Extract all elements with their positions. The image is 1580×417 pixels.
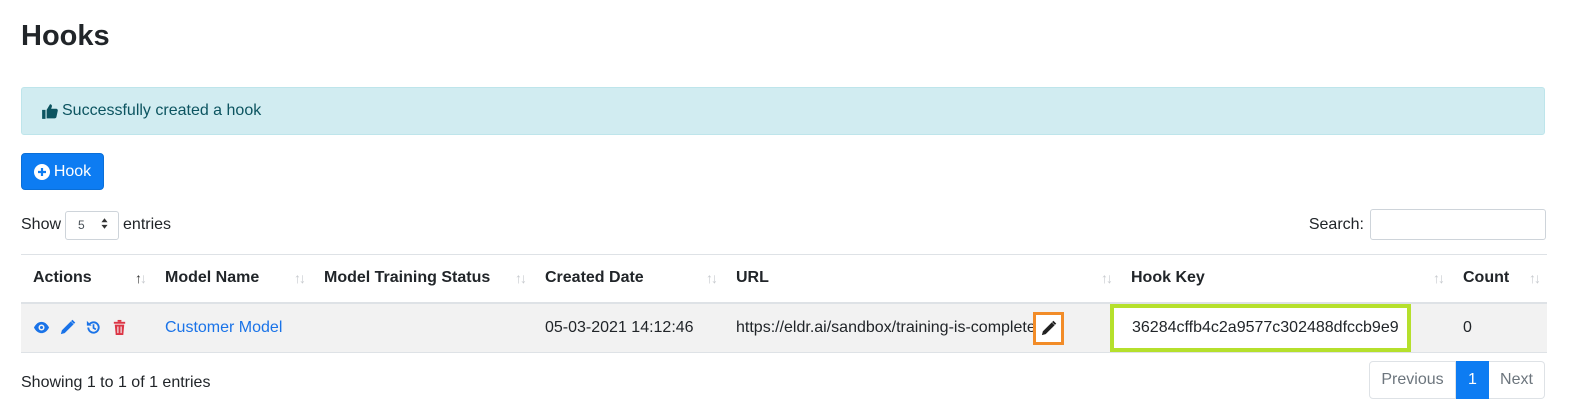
success-alert: Successfully created a hook	[21, 87, 1545, 135]
sort-icon: ↑↓	[294, 270, 306, 286]
sort-icon: ↑↓	[515, 270, 527, 286]
table-info: Showing 1 to 1 of 1 entries	[21, 374, 211, 391]
entries-per-page-value: 5	[78, 218, 85, 232]
history-icon[interactable]	[85, 319, 102, 336]
length-suffix: entries	[123, 216, 172, 233]
pagination-page-1[interactable]: 1	[1456, 361, 1489, 399]
sort-icon: ↑↓	[706, 270, 718, 286]
table-row: Customer Model 05-03-2021 14:12:46 https…	[21, 302, 1547, 353]
delete-trash-icon[interactable]	[111, 319, 128, 336]
created-date-cell: 05-03-2021 14:12:46	[533, 302, 724, 353]
column-header-url[interactable]: URL ↑↓	[724, 254, 1119, 304]
alert-message: Successfully created a hook	[62, 102, 262, 119]
url-cell: https://eldr.ai/sandbox/training-is-comp…	[724, 302, 1119, 353]
plus-circle-icon	[33, 163, 50, 180]
hook-key-value: 36284cffb4c2a9577c302488dfccb9e9	[1110, 303, 1411, 352]
table-search: Search:	[1309, 209, 1546, 240]
column-header-hook-key[interactable]: Hook Key ↑↓	[1119, 254, 1451, 304]
training-status-cell	[312, 302, 533, 353]
page-title: Hooks	[21, 20, 110, 52]
length-prefix: Show	[21, 216, 62, 233]
search-input[interactable]	[1370, 209, 1546, 240]
pagination-next[interactable]: Next	[1489, 361, 1545, 399]
model-name-cell: Customer Model	[153, 302, 312, 353]
sort-icon: ↑↓	[135, 270, 147, 286]
column-header-created-date[interactable]: Created Date ↑↓	[533, 254, 724, 304]
thumbs-up-icon	[41, 102, 59, 120]
sort-icon: ↑↓	[1529, 270, 1541, 286]
pagination: Previous 1 Next	[1369, 361, 1545, 399]
entries-per-page-select[interactable]: 5	[65, 210, 120, 240]
column-header-actions[interactable]: Actions ↑↓	[21, 254, 153, 304]
actions-cell	[21, 302, 153, 353]
hook-url: https://eldr.ai/sandbox/training-is-comp…	[736, 318, 1036, 336]
count-cell: 0	[1451, 302, 1547, 353]
add-hook-label: Hook	[53, 162, 92, 180]
column-header-model-name[interactable]: Model Name ↑↓	[153, 254, 312, 304]
sort-updown-icon	[101, 218, 108, 232]
column-header-count[interactable]: Count ↑↓	[1451, 254, 1547, 304]
sort-icon: ↑↓	[1433, 270, 1445, 286]
edit-url-pencil-icon[interactable]	[1033, 311, 1064, 345]
column-header-training-status[interactable]: Model Training Status ↑↓	[312, 254, 533, 304]
edit-pencil-icon[interactable]	[59, 319, 76, 336]
hook-key-cell: 36284cffb4c2a9577c302488dfccb9e9	[1110, 302, 1451, 353]
search-label: Search:	[1308, 215, 1364, 233]
entries-length-control: Show 5 entries	[21, 210, 171, 240]
pagination-previous[interactable]: Previous	[1369, 361, 1456, 399]
sort-icon: ↑↓	[1101, 270, 1113, 286]
add-hook-button[interactable]: Hook	[21, 153, 104, 190]
view-eye-icon[interactable]	[33, 319, 50, 336]
hooks-table: Actions ↑↓ Model Name ↑↓ Model Training St…	[21, 254, 1547, 353]
model-name-link[interactable]: Customer Model	[165, 319, 282, 336]
